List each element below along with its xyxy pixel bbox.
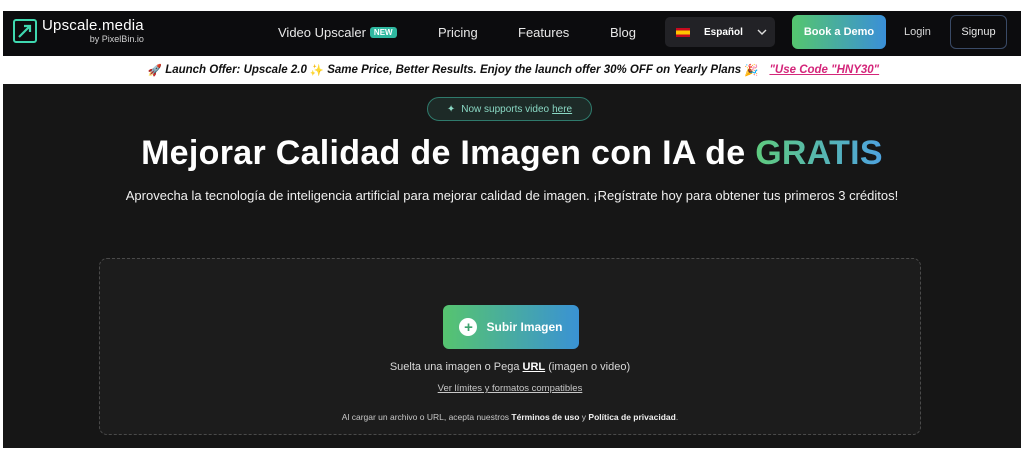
upload-image-button[interactable]: + Subir Imagen	[443, 305, 579, 349]
nav-pricing[interactable]: Pricing	[438, 25, 478, 40]
page-title: Mejorar Calidad de Imagen con IA de GRAT…	[3, 134, 1021, 173]
chevron-down-icon	[757, 27, 767, 38]
terms-end: .	[675, 412, 679, 422]
page-title-main: Mejorar Calidad de Imagen con IA de	[141, 134, 756, 172]
promo-banner: 🚀 Launch Offer: Upscale 2.0 ✨ Same Price…	[3, 56, 1021, 84]
page-title-highlight: GRATIS	[755, 134, 883, 172]
nav-features[interactable]: Features	[518, 25, 569, 40]
brand-logo[interactable]: Upscale.media by PixelBin.io	[13, 17, 144, 45]
nav-video-upscaler-label: Video Upscaler	[278, 25, 366, 40]
promo-code-link[interactable]: "Use Code "HNY30"	[769, 64, 879, 76]
brand-title: Upscale.media	[42, 17, 144, 34]
terms-prefix: Al cargar un archivo o URL, acepta nuest…	[341, 412, 512, 422]
nav-blog[interactable]: Blog	[610, 25, 636, 40]
drop-instructions: Suelta una imagen o Pega URL (imagen o v…	[100, 361, 920, 373]
drop-prefix: Suelta una imagen o Pega	[389, 361, 523, 373]
plus-icon: +	[459, 318, 478, 336]
video-support-pill[interactable]: ✦ Now supports video here	[427, 97, 592, 121]
upload-button-label: Subir Imagen	[486, 320, 563, 334]
drop-suffix: (imagen o video)	[545, 361, 631, 373]
login-link[interactable]: Login	[904, 26, 931, 38]
pill-text: Now supports video	[461, 103, 550, 115]
new-badge: NEW	[369, 27, 397, 38]
signup-button[interactable]: Signup	[950, 15, 1007, 49]
upscale-logo-icon	[13, 19, 37, 43]
party-icon: 🎉	[744, 63, 759, 77]
promo-text-2: Same Price, Better Results. Enjoy the la…	[327, 64, 742, 76]
page-frame: Upscale.media by PixelBin.io Video Upsca…	[3, 11, 1021, 448]
upload-dropzone[interactable]: + Subir Imagen Suelta una imagen o Pega …	[99, 258, 921, 435]
rocket-icon: 🚀	[147, 63, 163, 77]
nav-video-upscaler[interactable]: Video Upscaler NEW	[278, 25, 397, 40]
limits-link[interactable]: Ver límites y formatos compatibles	[438, 383, 583, 394]
promo-text-1: Launch Offer: Upscale 2.0	[165, 64, 307, 76]
brand-subtitle: by PixelBin.io	[89, 34, 144, 44]
terms-link[interactable]: Términos de uso	[511, 412, 579, 422]
language-selector[interactable]: Español	[665, 17, 775, 47]
privacy-link[interactable]: Política de privacidad	[588, 412, 675, 422]
hero-section: ✦ Now supports video here Mejorar Calida…	[3, 84, 1021, 448]
sparkle-icon: ✦	[446, 103, 456, 115]
spain-flag-icon	[676, 27, 690, 37]
paste-url-link[interactable]: URL	[523, 361, 546, 373]
top-navbar: Upscale.media by PixelBin.io Video Upsca…	[3, 11, 1021, 56]
book-demo-button[interactable]: Book a Demo	[792, 15, 886, 49]
sparkle-icon: ✨	[309, 63, 325, 77]
page-subtitle: Aprovecha la tecnología de inteligencia …	[125, 188, 899, 203]
pill-link[interactable]: here	[552, 104, 572, 115]
limits-row: Ver límites y formatos compatibles	[100, 383, 920, 394]
terms-notice: Al cargar un archivo o URL, acepta nuest…	[100, 412, 920, 422]
language-label: Español	[704, 26, 743, 38]
